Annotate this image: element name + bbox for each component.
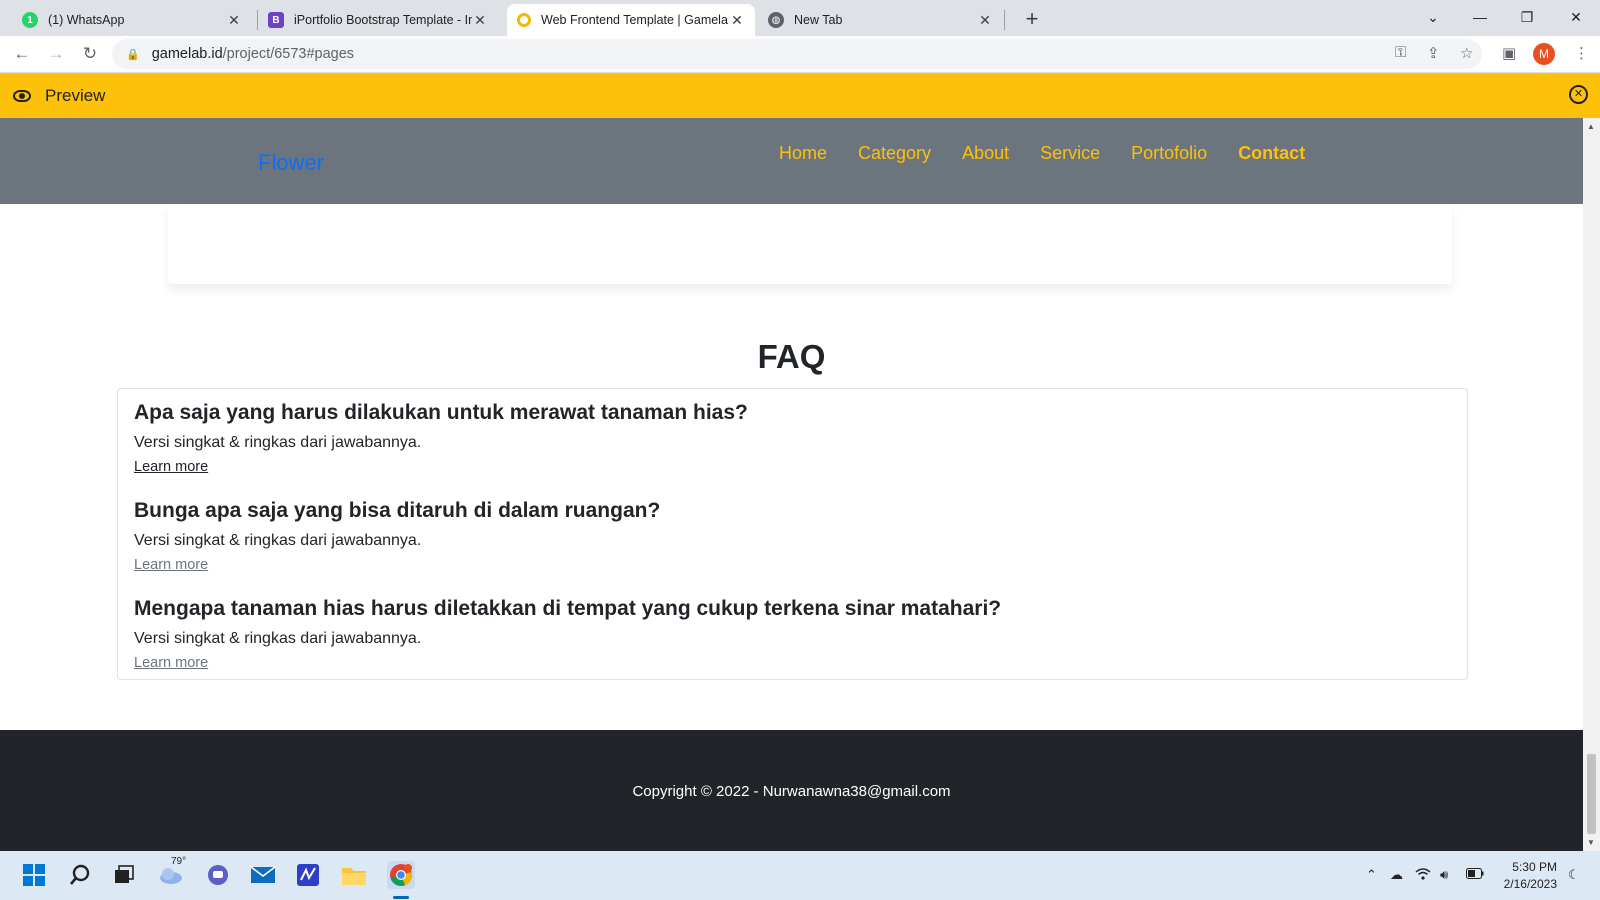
page-viewport: Flower Home Category About Service Porto… [0,118,1583,851]
faq-question: Mengapa tanaman hias harus diletakkan di… [134,597,1002,620]
tab-search-icon[interactable]: ⌄ [1410,0,1456,34]
tab-new-tab[interactable]: ◍ New Tab ✕ [758,4,1003,36]
scroll-down-icon[interactable]: ▼ [1587,838,1595,847]
show-hidden-icons-icon[interactable]: ⌃ [1366,867,1377,883]
wifi-icon[interactable] [1415,867,1431,883]
nav-service[interactable]: Service [1040,143,1100,164]
share-icon[interactable]: ⇪ [1427,44,1440,62]
learn-more-link[interactable]: Learn more [134,557,208,573]
learn-more-link[interactable]: Learn more [134,655,208,671]
globe-icon: ◍ [768,12,784,28]
preview-label: Preview [45,85,106,105]
nav-contact[interactable]: Contact [1238,143,1305,164]
site-brand[interactable]: Flower [258,150,324,176]
task-view-icon[interactable] [110,861,138,889]
tab-iportfolio[interactable]: B iPortfolio Bootstrap Template - In ✕ [258,4,498,36]
active-app-indicator [393,896,409,899]
previous-section-card [168,204,1452,284]
faq-answer: Versi singkat & ringkas dari jawabannya. [134,434,422,451]
clock-date: 2/16/2023 [1503,877,1557,891]
page-scrollbar[interactable]: ▲ ▼ [1583,118,1600,851]
menu-dots-icon[interactable]: ⋮ [1574,44,1589,62]
tab-title: (1) WhatsApp [48,13,125,27]
scroll-up-icon[interactable]: ▲ [1587,122,1595,131]
scrollbar-thumb[interactable] [1587,754,1596,834]
close-window-button[interactable]: ✕ [1553,0,1599,34]
site-navbar: Flower Home Category About Service Porto… [0,118,1583,204]
eye-icon [13,89,31,102]
chrome-icon[interactable] [387,861,415,889]
onedrive-icon[interactable]: ☁ [1390,867,1403,883]
tab-whatsapp[interactable]: 1 (1) WhatsApp ✕ [12,4,252,36]
clock-time: 5:30 PM [1512,860,1557,874]
faq-question: Apa saja yang harus dilakukan untuk mera… [134,401,748,424]
faq-list: Apa saja yang harus dilakukan untuk mera… [117,388,1468,680]
taskbar-clock[interactable]: 5:30 PM 2/16/2023 [1497,859,1557,893]
tab-title: New Tab [794,13,843,27]
lock-icon: 🔒 [126,48,140,61]
footer-copyright: Copyright © 2022 - Nurwanawna38@gmail.co… [632,783,951,800]
close-icon[interactable]: ✕ [472,12,488,29]
weather-temp: 79° [171,856,187,867]
address-bar[interactable]: 🔒 gamelab.id/project/6573#pages [112,39,1482,69]
forward-icon[interactable]: → [42,40,70,68]
minimize-button[interactable]: — [1457,0,1503,34]
faq-title: FAQ [757,338,826,375]
bootstrap-icon: B [268,12,284,28]
bookmark-star-icon[interactable]: ☆ [1460,44,1473,62]
battery-icon[interactable] [1466,867,1484,882]
whatsapp-icon: 1 [22,12,38,28]
notification-moon-icon[interactable]: ☾ [1568,867,1580,883]
faq-answer: Versi singkat & ringkas dari jawabannya. [134,630,422,647]
faq-item: Apa saja yang harus dilakukan untuk mera… [134,399,1451,485]
faq-item: Mengapa tanaman hias harus diletakkan di… [134,595,1451,681]
site-footer: Copyright © 2022 - Nurwanawna38@gmail.co… [0,730,1583,851]
site-menu: Home Category About Service Portofolio C… [779,143,1305,164]
close-preview-icon[interactable]: ✕ [1569,85,1588,104]
volume-icon[interactable]: 🔊︎ [1440,867,1448,883]
reload-icon[interactable]: ↻ [76,40,104,68]
faq-answer: Versi singkat & ringkas dari jawabannya. [134,532,422,549]
whiteboard-icon[interactable] [294,861,322,889]
browser-tab-strip: 1 (1) WhatsApp ✕ B iPortfolio Bootstrap … [0,0,1600,36]
profile-avatar[interactable]: M [1533,43,1555,65]
gamelab-icon [517,13,531,27]
new-tab-button[interactable]: + [1018,6,1046,34]
url-text: gamelab.id/project/6573#pages [151,46,355,62]
close-icon[interactable]: ✕ [226,12,242,29]
windows-taskbar: 79° ⌃ ☁ 🔊︎ 5:30 PM 2/16/2023 ☾ [0,851,1600,900]
tab-title: iPortfolio Bootstrap Template - In [294,13,472,27]
close-icon[interactable]: ✕ [729,12,745,29]
restore-button[interactable]: ❐ [1504,0,1550,34]
tab-gamelab[interactable]: Web Frontend Template | Gamela ✕ [507,4,755,36]
mail-icon[interactable] [249,861,277,889]
nav-portofolio[interactable]: Portofolio [1131,143,1207,164]
password-key-icon[interactable]: ⚿ [1395,44,1406,61]
back-icon[interactable]: ← [8,40,36,68]
side-panel-icon[interactable]: ▣ [1502,44,1516,62]
faq-question: Bunga apa saja yang bisa ditaruh di dala… [134,499,661,522]
preview-bar: Preview ✕ [0,73,1600,118]
browser-toolbar: ← → ↻ 🔒 gamelab.id/project/6573#pages ⚿ … [0,36,1600,73]
learn-more-link[interactable]: Learn more [134,459,208,475]
nav-about[interactable]: About [962,143,1009,164]
faq-item: Bunga apa saja yang bisa ditaruh di dala… [134,497,1451,583]
windows-start-icon[interactable] [20,861,48,889]
nav-category[interactable]: Category [858,143,931,164]
search-icon[interactable] [66,861,94,889]
nav-home[interactable]: Home [779,143,827,164]
close-icon[interactable]: ✕ [977,12,993,29]
file-explorer-icon[interactable] [340,861,368,889]
tab-title: Web Frontend Template | Gamela [541,13,728,27]
chat-icon[interactable] [204,861,232,889]
